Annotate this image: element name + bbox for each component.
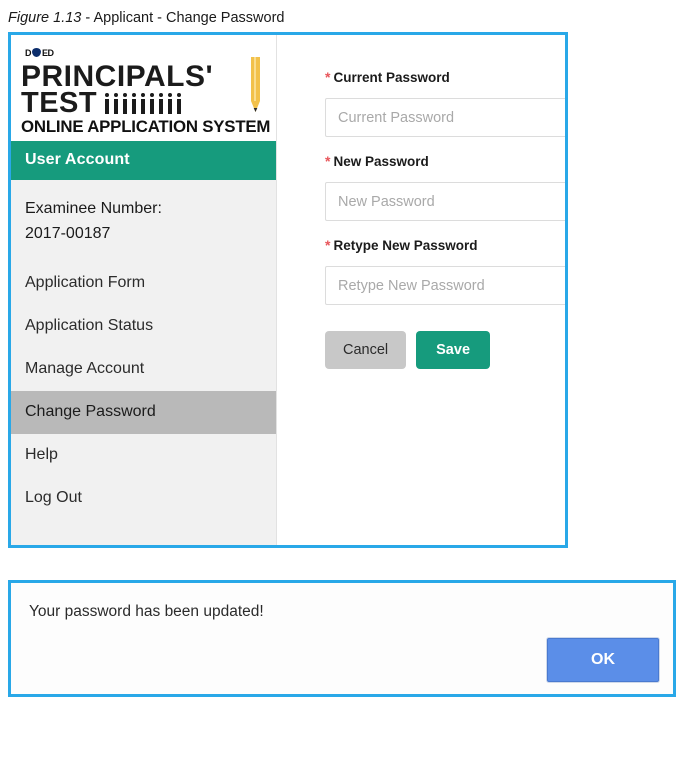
retype-password-group: * Retype New Password (325, 237, 565, 305)
deped-logo-icon: D ED (25, 48, 54, 58)
confirmation-dialog: Your password has been updated! OK (8, 580, 676, 697)
examinee-info: Examinee Number: 2017-00187 (11, 180, 276, 256)
people-icon (104, 93, 182, 114)
form-actions: Cancel Save (325, 331, 565, 369)
save-button[interactable]: Save (416, 331, 491, 369)
required-asterisk-icon: * (325, 237, 331, 253)
current-password-group: * Current Password (325, 69, 565, 137)
logo-line-test: TEST (21, 87, 98, 119)
required-asterisk-icon: * (325, 153, 331, 169)
dialog-message: Your password has been updated! (29, 603, 264, 620)
logo-line-system: ONLINE APPLICATION SYSTEM (21, 118, 271, 136)
sidebar-item-help[interactable]: Help (11, 434, 276, 477)
current-password-label-text: Current Password (333, 70, 450, 85)
retype-password-input[interactable] (325, 266, 565, 305)
current-password-input[interactable] (325, 98, 565, 137)
sidebar: D ED PRINCIPALS' TEST ONLINE APPLICATION … (11, 35, 277, 545)
dialog-ok-button[interactable]: OK (547, 638, 659, 682)
new-password-label-text: New Password (333, 154, 429, 169)
current-password-label: * Current Password (325, 69, 565, 85)
retype-password-label-text: Retype New Password (333, 238, 478, 253)
cancel-button[interactable]: Cancel (325, 331, 407, 369)
sidebar-item-manage-account[interactable]: Manage Account (11, 348, 276, 391)
figure-separator: - (81, 10, 94, 26)
required-asterisk-icon: * (325, 69, 331, 85)
new-password-input[interactable] (325, 182, 565, 221)
pencil-icon (251, 57, 260, 112)
sidebar-item-application-status[interactable]: Application Status (11, 305, 276, 348)
user-account-header: User Account (11, 141, 276, 180)
change-password-panel: D ED PRINCIPALS' TEST ONLINE APPLICATION … (8, 32, 568, 548)
app-logo: D ED PRINCIPALS' TEST ONLINE APPLICATION … (11, 35, 276, 141)
sidebar-item-application-form[interactable]: Application Form (11, 262, 276, 305)
sidebar-nav: Application Form Application Status Mana… (11, 262, 276, 520)
retype-password-label: * Retype New Password (325, 237, 565, 253)
figure-title: Applicant - Change Password (93, 10, 285, 26)
sidebar-item-change-password[interactable]: Change Password (11, 391, 276, 434)
examinee-number-value: 2017-00187 (25, 225, 111, 242)
examinee-number-label: Examinee Number: (25, 200, 162, 217)
figure-caption: Figure 1.13 - Applicant - Change Passwor… (8, 10, 284, 26)
sidebar-item-log-out[interactable]: Log Out (11, 477, 276, 520)
new-password-label: * New Password (325, 153, 565, 169)
new-password-group: * New Password (325, 153, 565, 221)
figure-number: Figure 1.13 (8, 10, 82, 26)
change-password-form: * Current Password * New Password * Retype … (277, 35, 565, 545)
